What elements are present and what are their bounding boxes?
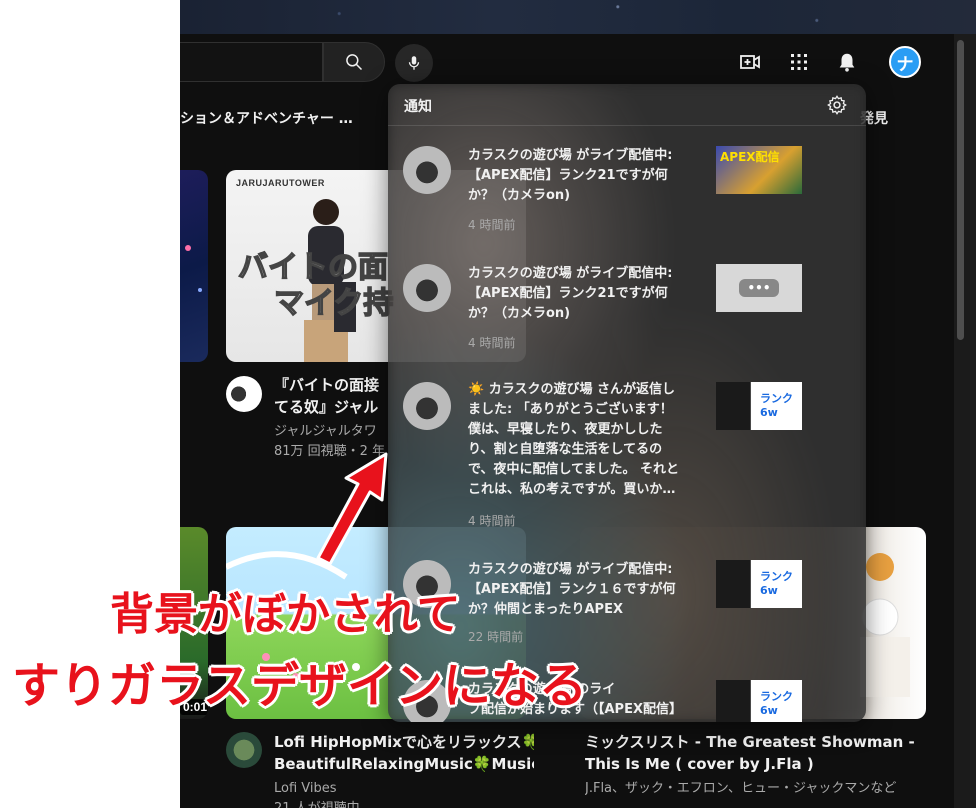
notification-thumbnail[interactable]: ランク6w (716, 680, 802, 722)
video-title[interactable]: Lofi HipHopMixで心をリラックス🍀 (274, 731, 534, 753)
notification-time: 4 時間前 (468, 218, 516, 232)
notification-title: 通知 (404, 99, 432, 115)
video-title[interactable]: BeautifulRelaxingMusic🍀Musicで… (274, 753, 534, 775)
channel-avatar[interactable] (403, 264, 451, 312)
microphone-icon (408, 56, 420, 70)
chip-action-adventure[interactable]: ション＆アドベンチャー … (180, 108, 353, 128)
scrollbar[interactable] (957, 40, 964, 340)
desktop-wallpaper (180, 0, 976, 34)
apps-button[interactable] (787, 50, 811, 74)
notification-thumbnail[interactable]: APEX配信 (716, 146, 802, 194)
video-thumbnail[interactable] (180, 170, 208, 362)
thumbnail-caption: ランク6w (760, 570, 793, 597)
notification-item[interactable]: ☀️ カラスクの遊び場 さんが返信し ました: 「ありがとうございます！ 僕は、… (388, 372, 866, 540)
voice-search-button[interactable] (395, 44, 433, 82)
notification-thumbnail[interactable]: ランク6w (716, 560, 802, 608)
notification-header: 通知 (388, 84, 866, 126)
channel-avatar[interactable] (226, 732, 262, 768)
more-icon: ••• (739, 279, 779, 297)
video-title[interactable]: ミックスリスト - The Greatest Showman - (585, 731, 925, 753)
annotation-text: すりガラスデザインになる (12, 658, 588, 714)
notification-text: カラスクの遊び場 がライブ配信中: 【APEX配信】ランク21ですが何 か？（カ… (468, 148, 673, 203)
search-icon (346, 54, 363, 71)
notifications-button[interactable] (835, 50, 859, 74)
notification-time: 4 時間前 (468, 336, 516, 350)
video-meta: J.Fla、ザック・エフロン、ヒュー・ジャックマンなど (585, 781, 897, 796)
apps-grid-icon (791, 54, 807, 70)
thumbnail-caption: ランク6w (760, 690, 793, 717)
channel-avatar[interactable] (226, 376, 262, 412)
channel-name[interactable]: Lofi Vibes (274, 779, 337, 798)
notification-text: ☀️ カラスクの遊び場 さんが返信し ました: 「ありがとうございます！ 僕は、… (468, 382, 679, 497)
account-avatar[interactable]: ナ (889, 46, 921, 78)
gear-icon[interactable] (826, 94, 848, 116)
search-input[interactable] (180, 42, 323, 82)
notification-time: 4 時間前 (468, 514, 516, 528)
annotation-arrow (316, 452, 388, 566)
notification-text: カラスクの遊び場 がライブ配信中: 【APEX配信】ランク１６ですが何 か？仲間… (468, 562, 676, 617)
search-button[interactable] (323, 42, 385, 82)
notification-text: カラスクの遊び場 がライブ配信中: 【APEX配信】ランク21ですが何 か？（カ… (468, 266, 673, 321)
create-video-icon (740, 55, 760, 69)
thumbnail-caption: APEX配信 (720, 150, 780, 164)
thumbnail-caption: マイク持 (273, 285, 394, 322)
notification-thumbnail[interactable]: ••• (716, 264, 802, 312)
channel-name[interactable]: ジャルジャルタワ (274, 422, 394, 441)
notification-time: 22 時間前 (468, 630, 524, 644)
video-title[interactable]: 『バイトの面接 (274, 374, 394, 396)
notification-item[interactable]: カラスクの遊び場 がライブ配信中: 【APEX配信】ランク21ですが何 か？（カ… (388, 136, 866, 248)
annotation-text: 背景がぼかされて (110, 589, 461, 640)
create-video-button[interactable] (738, 50, 762, 74)
channel-avatar[interactable] (403, 146, 451, 194)
thumbnail-brand: JARUJARUTOWER (236, 178, 325, 188)
video-title[interactable]: This Is Me ( cover by J.Fla ) (585, 753, 925, 775)
video-meta: 21 人が視聴中 (274, 799, 360, 808)
thumbnail-caption: ランク6w (760, 392, 793, 419)
video-title[interactable]: てる奴』ジャル (274, 396, 394, 418)
channel-avatar[interactable] (403, 382, 451, 430)
notification-thumbnail[interactable]: ランク6w (716, 382, 802, 430)
bell-icon (839, 53, 855, 72)
flower-icon (185, 245, 202, 292)
notification-item[interactable]: カラスクの遊び場 がライブ配信中: 【APEX配信】ランク21ですが何 か？（カ… (388, 254, 866, 366)
